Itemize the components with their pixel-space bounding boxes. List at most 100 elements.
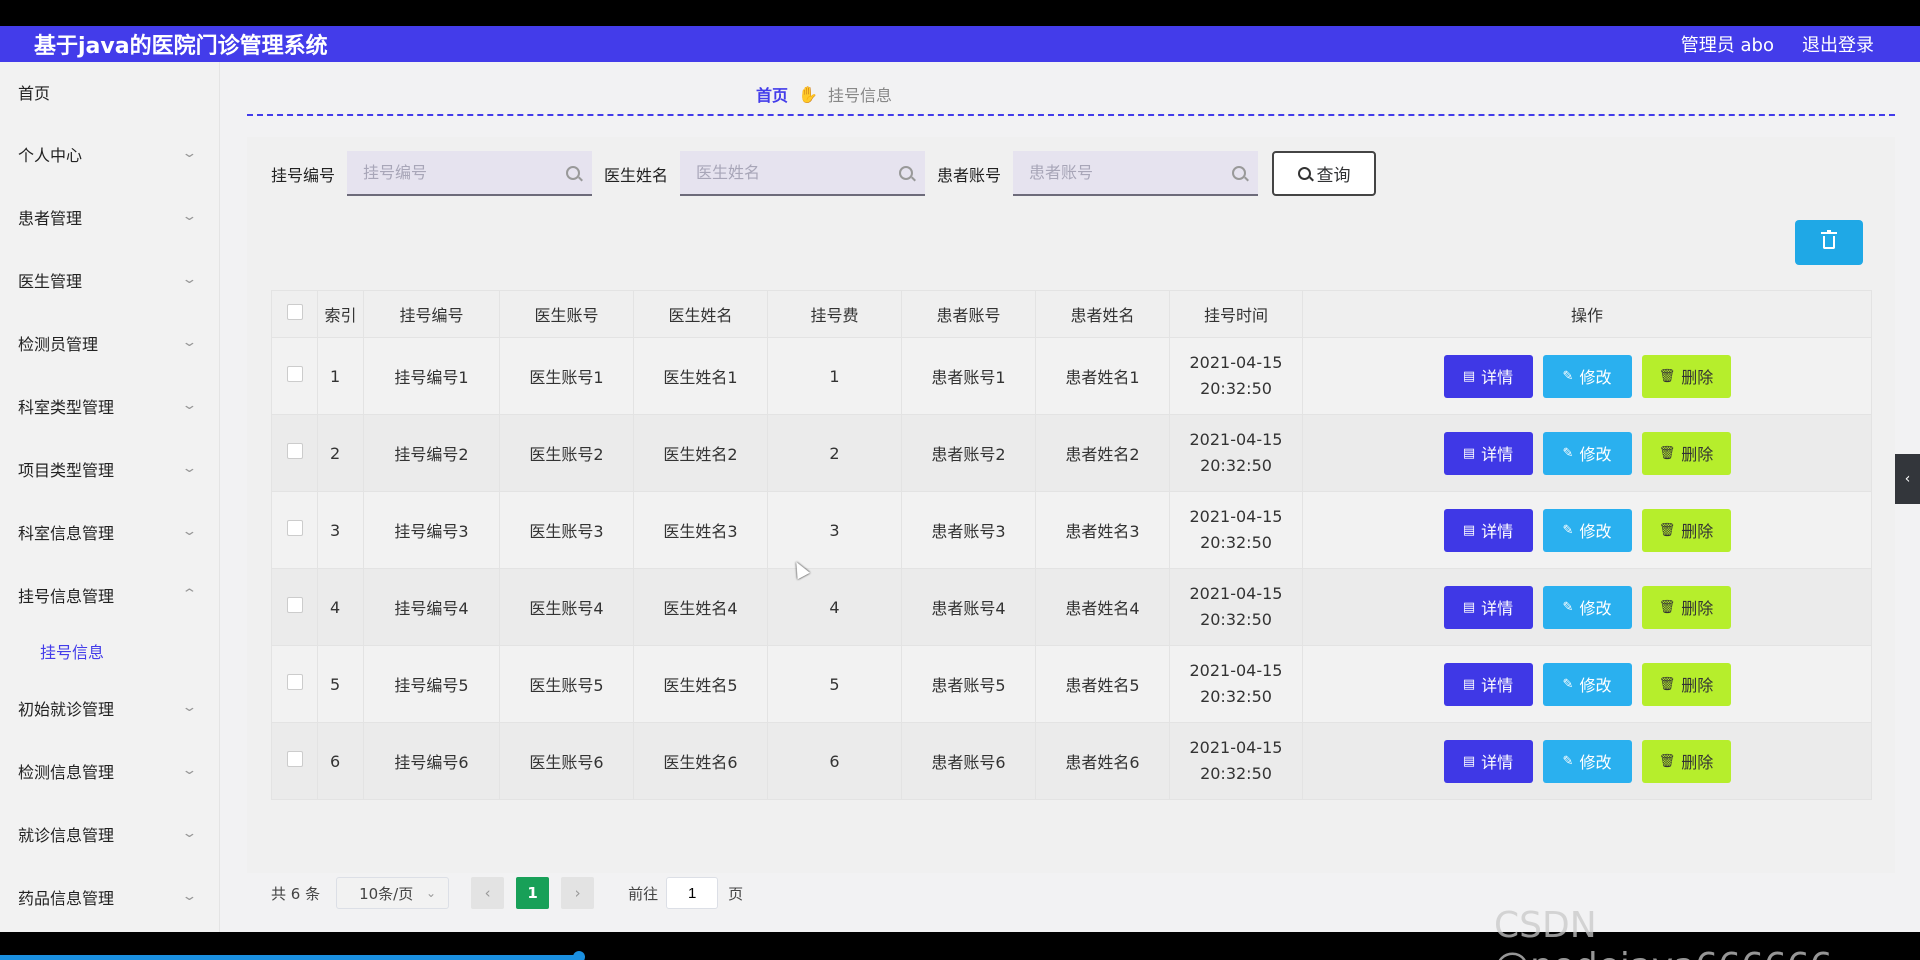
sidebar-item-visit-info[interactable]: 就诊信息管理 ⌄	[0, 802, 219, 865]
row-checkbox[interactable]	[286, 366, 303, 382]
delete-button[interactable]: 🗑 删除	[1641, 431, 1731, 475]
sidebar-subitem-registration-info[interactable]: 挂号信息	[0, 626, 219, 676]
sidebar-item-personal-center[interactable]: 个人中心 ⌄	[0, 122, 219, 185]
breadcrumb-home[interactable]: 首页	[756, 82, 788, 106]
detail-button[interactable]: ▤ 详情	[1443, 585, 1533, 629]
sidebar-item-doctors[interactable]: 医生管理 ⌄	[0, 248, 219, 311]
chevron-down-icon: ⌄	[181, 272, 198, 287]
sidebar-item-label: 科室类型管理	[18, 397, 115, 417]
table-cell: 4	[767, 568, 902, 646]
table-cell: 2021-04-15 20:32:50	[1169, 568, 1303, 646]
select-all-checkbox[interactable]	[286, 304, 303, 320]
app-title: 基于java的医院门诊管理系统	[34, 34, 328, 59]
row-actions: ▤ 详情 ✎ 修改 🗑 删除	[1303, 431, 1871, 475]
row-checkbox[interactable]	[286, 520, 303, 536]
chevron-down-icon: ⌄	[181, 398, 198, 413]
row-select-cell	[271, 414, 318, 492]
table-cell: 3	[317, 491, 364, 569]
detail-button[interactable]: ▤ 详情	[1443, 508, 1533, 552]
pencil-icon: ✎	[1562, 753, 1574, 769]
sidebar-item-test-info[interactable]: 检测信息管理 ⌄	[0, 739, 219, 802]
edit-button[interactable]: ✎ 修改	[1542, 354, 1632, 398]
row-checkbox[interactable]	[286, 597, 303, 613]
table-cell: 2021-04-15 20:32:50	[1169, 491, 1303, 569]
delete-button[interactable]: 🗑 删除	[1641, 508, 1731, 552]
detail-button[interactable]: ▤ 详情	[1443, 662, 1533, 706]
row-actions-cell: ▤ 详情 ✎ 修改 🗑 删除	[1302, 414, 1872, 492]
table-cell: 医生账号4	[499, 568, 634, 646]
sidebar-item-dept-types[interactable]: 科室类型管理 ⌄	[0, 374, 219, 437]
trash-icon: 🗑	[1658, 599, 1676, 615]
chevron-down-icon: ⌄	[181, 763, 198, 778]
table-cell: 患者姓名5	[1035, 645, 1170, 723]
detail-button[interactable]: ▤ 详情	[1443, 431, 1533, 475]
row-select-cell	[271, 568, 318, 646]
sidebar-item-home[interactable]: 首页	[0, 62, 219, 122]
delete-button-label: 删除	[1681, 522, 1714, 541]
table-cell: 5	[317, 645, 364, 723]
reg-no-input[interactable]	[363, 163, 554, 182]
delete-button[interactable]: 🗑 删除	[1641, 354, 1731, 398]
row-checkbox[interactable]	[286, 674, 303, 690]
search-label-patient-account: 患者账号	[937, 165, 1002, 185]
prev-page-button[interactable]: ‹	[471, 877, 505, 909]
video-progress-handle[interactable]	[573, 951, 585, 960]
detail-button[interactable]: ▤ 详情	[1443, 739, 1533, 783]
batch-delete-button[interactable]	[1795, 220, 1863, 265]
doctor-name-input[interactable]	[696, 163, 887, 182]
sidebar-item-label: 检测信息管理	[18, 762, 115, 782]
trash-icon: 🗑	[1658, 753, 1676, 769]
sidebar-item-project-types[interactable]: 项目类型管理 ⌄	[0, 437, 219, 500]
sidebar-item-initial-visit[interactable]: 初始就诊管理 ⌄	[0, 676, 219, 739]
chevron-left-icon: ‹	[1904, 471, 1911, 487]
sidebar-item-patients[interactable]: 患者管理 ⌄	[0, 185, 219, 248]
edit-button[interactable]: ✎ 修改	[1542, 508, 1632, 552]
document-icon: ▤	[1462, 676, 1476, 692]
search-box-doctor-name	[680, 151, 926, 196]
edit-button[interactable]: ✎ 修改	[1542, 585, 1632, 629]
col-header: 患者账号	[901, 290, 1036, 338]
chevron-down-icon: ⌄	[181, 146, 198, 161]
page-size-select[interactable]: 10条/页 ⌄	[336, 877, 450, 909]
goto-page-input[interactable]	[666, 877, 719, 909]
delete-button[interactable]: 🗑 删除	[1641, 739, 1731, 783]
user-name[interactable]: 管理员 abo	[1681, 31, 1774, 57]
sidebar-item-registration[interactable]: 挂号信息管理 ⌃	[0, 563, 219, 626]
table-cell: 1	[767, 337, 902, 415]
drawer-toggle-handle[interactable]: ‹	[1895, 454, 1920, 504]
watermark: CSDN @nodejava666666	[1494, 905, 1833, 960]
app-header: 基于java的医院门诊管理系统 管理员 abo 退出登录	[0, 26, 1920, 62]
goto-suffix: 页	[728, 884, 744, 903]
logout-link[interactable]: 退出登录	[1802, 31, 1874, 57]
table-cell: 患者账号1	[901, 337, 1036, 415]
pager-total: 共 6 条	[271, 884, 321, 903]
sidebar-item-drug-info[interactable]: 药品信息管理 ⌄	[0, 865, 219, 928]
patient-account-input[interactable]	[1029, 163, 1220, 182]
edit-button[interactable]: ✎ 修改	[1542, 431, 1632, 475]
video-progress-bar[interactable]	[0, 955, 578, 960]
sidebar-item-testers[interactable]: 检测员管理 ⌄	[0, 311, 219, 374]
row-checkbox[interactable]	[286, 751, 303, 767]
detail-button-label: 详情	[1481, 676, 1514, 695]
row-checkbox[interactable]	[286, 443, 303, 459]
sidebar-item-dept-info[interactable]: 科室信息管理 ⌄	[0, 500, 219, 563]
chevron-down-icon: ⌄	[426, 886, 437, 900]
col-header: 挂号时间	[1169, 290, 1303, 338]
edit-button[interactable]: ✎ 修改	[1542, 662, 1632, 706]
edit-button[interactable]: ✎ 修改	[1542, 739, 1632, 783]
document-icon: ▤	[1462, 753, 1476, 769]
col-header: 挂号编号	[363, 290, 500, 338]
query-button[interactable]: 查询	[1272, 151, 1377, 196]
table-cell: 3	[767, 491, 902, 569]
page-number-current[interactable]: 1	[516, 877, 550, 909]
hand-icon: ✋	[798, 84, 818, 104]
document-icon: ▤	[1462, 599, 1476, 615]
detail-button[interactable]: ▤ 详情	[1443, 354, 1533, 398]
document-icon: ▤	[1462, 445, 1476, 461]
delete-button[interactable]: 🗑 删除	[1641, 662, 1731, 706]
trash-icon: 🗑	[1658, 676, 1676, 692]
delete-button[interactable]: 🗑 删除	[1641, 585, 1731, 629]
table-cell: 医生姓名2	[633, 414, 768, 492]
next-page-button[interactable]: ›	[561, 877, 595, 909]
search-label-doctor-name: 医生姓名	[604, 165, 669, 185]
